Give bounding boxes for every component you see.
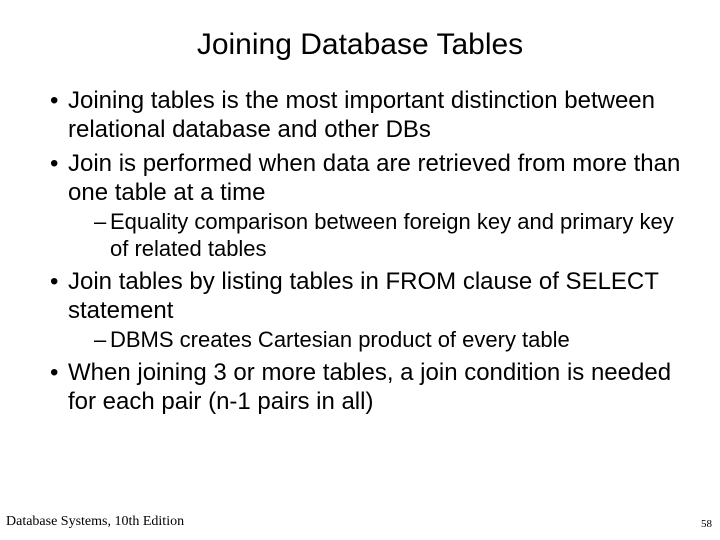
- sub-bullet-item: DBMS creates Cartesian product of every …: [94, 327, 690, 354]
- bullet-item: Join is performed when data are retrieve…: [50, 149, 690, 263]
- bullet-text: Join is performed when data are retrieve…: [68, 150, 680, 206]
- slide: Joining Database Tables Joining tables i…: [0, 0, 720, 540]
- slide-title: Joining Database Tables: [20, 28, 700, 62]
- footer-text: Database Systems, 10th Edition: [6, 514, 184, 530]
- sub-bullet-list: Equality comparison between foreign key …: [68, 209, 690, 263]
- bullet-item: Joining tables is the most important dis…: [50, 86, 690, 145]
- bullet-item: When joining 3 or more tables, a join co…: [50, 358, 690, 417]
- bullet-text: Join tables by listing tables in FROM cl…: [68, 268, 658, 324]
- bullet-item: Join tables by listing tables in FROM cl…: [50, 267, 690, 354]
- page-number: 58: [701, 518, 712, 530]
- sub-bullet-item: Equality comparison between foreign key …: [94, 209, 690, 263]
- bullet-list: Joining tables is the most important dis…: [20, 86, 700, 417]
- sub-bullet-list: DBMS creates Cartesian product of every …: [68, 327, 690, 354]
